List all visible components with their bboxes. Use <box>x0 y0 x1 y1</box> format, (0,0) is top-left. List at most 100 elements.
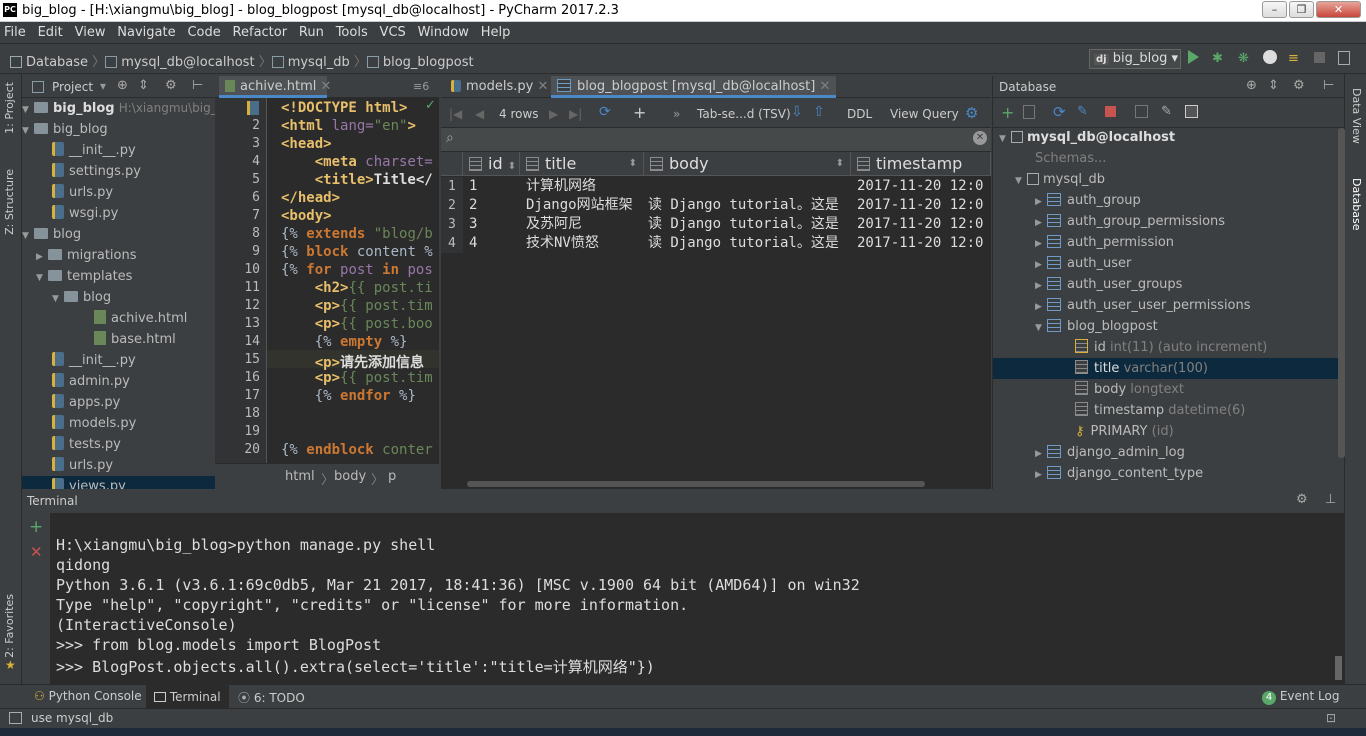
profile-icon[interactable] <box>1263 50 1277 64</box>
tab-python-console[interactable]: ⚇ Python Console <box>34 689 142 703</box>
structure-tool-tab[interactable]: Z: Structure <box>3 169 16 235</box>
database-tool-tab[interactable]: Database <box>1350 178 1363 231</box>
column-header-timestamp[interactable]: timestamp <box>851 152 991 176</box>
hide-icon[interactable]: ⊢ <box>1323 78 1334 93</box>
project-tool-tab[interactable]: 1: Project <box>3 82 16 134</box>
horizontal-scrollbar[interactable] <box>467 481 925 487</box>
close-window-button[interactable]: ✕ <box>1316 1 1361 18</box>
last-page-icon[interactable]: ▶| <box>569 107 582 121</box>
menu-file[interactable]: File <box>0 22 30 40</box>
edit-source-icon[interactable]: ✎ <box>1161 104 1172 119</box>
tree-item[interactable]: ▼ big_blog <box>22 119 108 140</box>
table-node[interactable]: ▶ auth_permission <box>1035 232 1174 253</box>
settings-gear-icon[interactable]: ⚙ <box>965 104 978 122</box>
column-header-title[interactable]: title ⬍ <box>520 152 644 176</box>
toggle-tool-windows-icon[interactable] <box>9 712 22 724</box>
table-node[interactable]: ▶ django_content_type <box>1035 463 1203 484</box>
tree-item[interactable]: achive.html <box>94 308 187 329</box>
gear-icon[interactable]: ⚙ <box>1293 78 1305 93</box>
datasource-node[interactable]: ▼ mysql_db@localhost <box>999 127 1175 148</box>
column-node[interactable]: id int(11) (auto increment) <box>1075 337 1267 358</box>
first-page-icon[interactable]: |◀ <box>449 107 462 121</box>
table-node[interactable]: ▶ auth_user_groups <box>1035 274 1182 295</box>
tree-item[interactable]: urls.py <box>52 455 113 476</box>
debug-icon[interactable]: ✱ <box>1212 51 1223 66</box>
breadcrumb-database[interactable]: Database <box>26 55 88 70</box>
schemas-node[interactable]: Schemas... <box>1035 148 1106 169</box>
column-node[interactable]: body longtext <box>1075 379 1184 400</box>
column-node[interactable]: timestamp datetime(6) <box>1075 400 1245 421</box>
collapse-all-icon[interactable]: ⇕ <box>138 78 149 93</box>
refresh-icon[interactable]: ⟳ <box>599 104 611 120</box>
tree-item[interactable]: __init__.py <box>52 350 136 371</box>
menu-run[interactable]: Run <box>295 22 328 40</box>
crumb-body[interactable]: body <box>334 469 366 484</box>
menu-tools[interactable]: Tools <box>332 22 372 40</box>
filter-bar[interactable]: ⌕ ✕ <box>441 128 991 152</box>
tab-models-py[interactable]: models.py ✕ <box>445 76 554 98</box>
tree-root[interactable]: ▼big_blog H:\xiangmu\big_blog <box>22 98 215 119</box>
upload-icon[interactable]: ⇧ <box>813 104 825 120</box>
tree-item[interactable]: wsgi.py <box>52 203 118 224</box>
download-icon[interactable]: ⇩ <box>791 104 803 120</box>
tree-item[interactable]: ▼ templates <box>36 266 132 287</box>
new-session-icon[interactable]: + <box>29 517 43 537</box>
tree-item[interactable]: models.py <box>52 413 136 434</box>
gear-icon[interactable]: ⚙ <box>165 78 177 93</box>
tree-item[interactable]: apps.py <box>52 392 120 413</box>
properties-icon[interactable]: ✎ <box>1077 104 1088 119</box>
favorites-tool-tab[interactable]: 2: Favorites <box>3 594 16 658</box>
table-node[interactable]: ▶ auth_group <box>1035 190 1141 211</box>
coverage-icon[interactable]: ❋ <box>1238 51 1249 66</box>
close-session-icon[interactable]: ✕ <box>30 543 43 561</box>
ddl-button[interactable]: DDL <box>847 107 872 121</box>
crumb-p[interactable]: p <box>388 469 396 484</box>
collapse-all-icon[interactable]: ⇕ <box>1268 78 1279 93</box>
menu-code[interactable]: Code <box>183 22 224 40</box>
clear-filter-icon[interactable]: ✕ <box>973 131 987 145</box>
prev-page-icon[interactable]: ◀ <box>475 107 484 121</box>
stop-icon[interactable] <box>1314 52 1325 63</box>
locate-icon[interactable]: ⊕ <box>117 78 128 93</box>
data-view-tool-tab[interactable]: Data View <box>1350 88 1363 144</box>
tab-blog-blogpost[interactable]: blog_blogpost [mysql_db@localhost] ✕ <box>551 76 837 98</box>
table-node[interactable]: ▶ auth_user_user_permissions <box>1035 295 1251 316</box>
table-node[interactable]: ▶ django_admin_log <box>1035 442 1185 463</box>
locate-icon[interactable]: ⊕ <box>1246 78 1257 93</box>
hide-icon[interactable]: ⊢ <box>192 78 203 93</box>
tab-terminal[interactable]: Terminal <box>146 685 229 709</box>
synchronize-icon[interactable]: ⟳ <box>1053 103 1066 121</box>
more-icon[interactable]: » <box>673 107 680 121</box>
column-header-body[interactable]: body ⬍ <box>644 152 851 176</box>
console-icon[interactable] <box>1185 105 1198 118</box>
menu-refactor[interactable]: Refactor <box>229 22 292 40</box>
menu-window[interactable]: Window <box>414 22 473 40</box>
schema-node[interactable]: ▼ mysql_db <box>1015 169 1105 190</box>
tab-achive-html[interactable]: achive.html ✕ <box>219 76 331 98</box>
key-node[interactable]: ⚷ PRIMARY (id) <box>1075 421 1174 442</box>
table-editor-icon[interactable] <box>1135 105 1148 118</box>
tree-item[interactable]: admin.py <box>52 371 130 392</box>
gear-icon[interactable]: ⚙ <box>1296 492 1308 507</box>
terminal-scrollbar[interactable] <box>1335 656 1342 680</box>
menu-navigate[interactable]: Navigate <box>113 22 179 40</box>
column-node-selected[interactable]: title varchar(100) <box>993 358 1338 379</box>
copy-icon[interactable] <box>1023 105 1035 119</box>
tree-item-selected[interactable]: views.py <box>22 476 215 489</box>
tree-item[interactable]: ▼ blog <box>52 287 111 308</box>
concurrency-icon[interactable]: ≡ <box>1288 51 1299 66</box>
tree-item[interactable]: settings.py <box>52 161 141 182</box>
event-log-button[interactable]: 4 Event Log <box>1262 689 1339 705</box>
project-view-select[interactable]: Project <box>52 80 93 94</box>
tree-item[interactable]: ▶ migrations <box>36 245 137 266</box>
add-icon[interactable]: + <box>1001 103 1014 122</box>
table-node[interactable]: ▶ auth_user <box>1035 253 1131 274</box>
breadcrumb-schema[interactable]: mysql_db <box>288 55 350 70</box>
run-config-select[interactable]: dj big_blog ▾ <box>1089 49 1181 69</box>
minimize-button[interactable]: – <box>1262 1 1287 18</box>
tree-item[interactable]: ▼ blog <box>22 224 81 245</box>
tree-item[interactable]: base.html <box>94 329 176 350</box>
add-row-icon[interactable]: + <box>633 103 646 122</box>
stop-icon[interactable] <box>1105 106 1116 117</box>
run-icon[interactable] <box>1188 50 1199 64</box>
